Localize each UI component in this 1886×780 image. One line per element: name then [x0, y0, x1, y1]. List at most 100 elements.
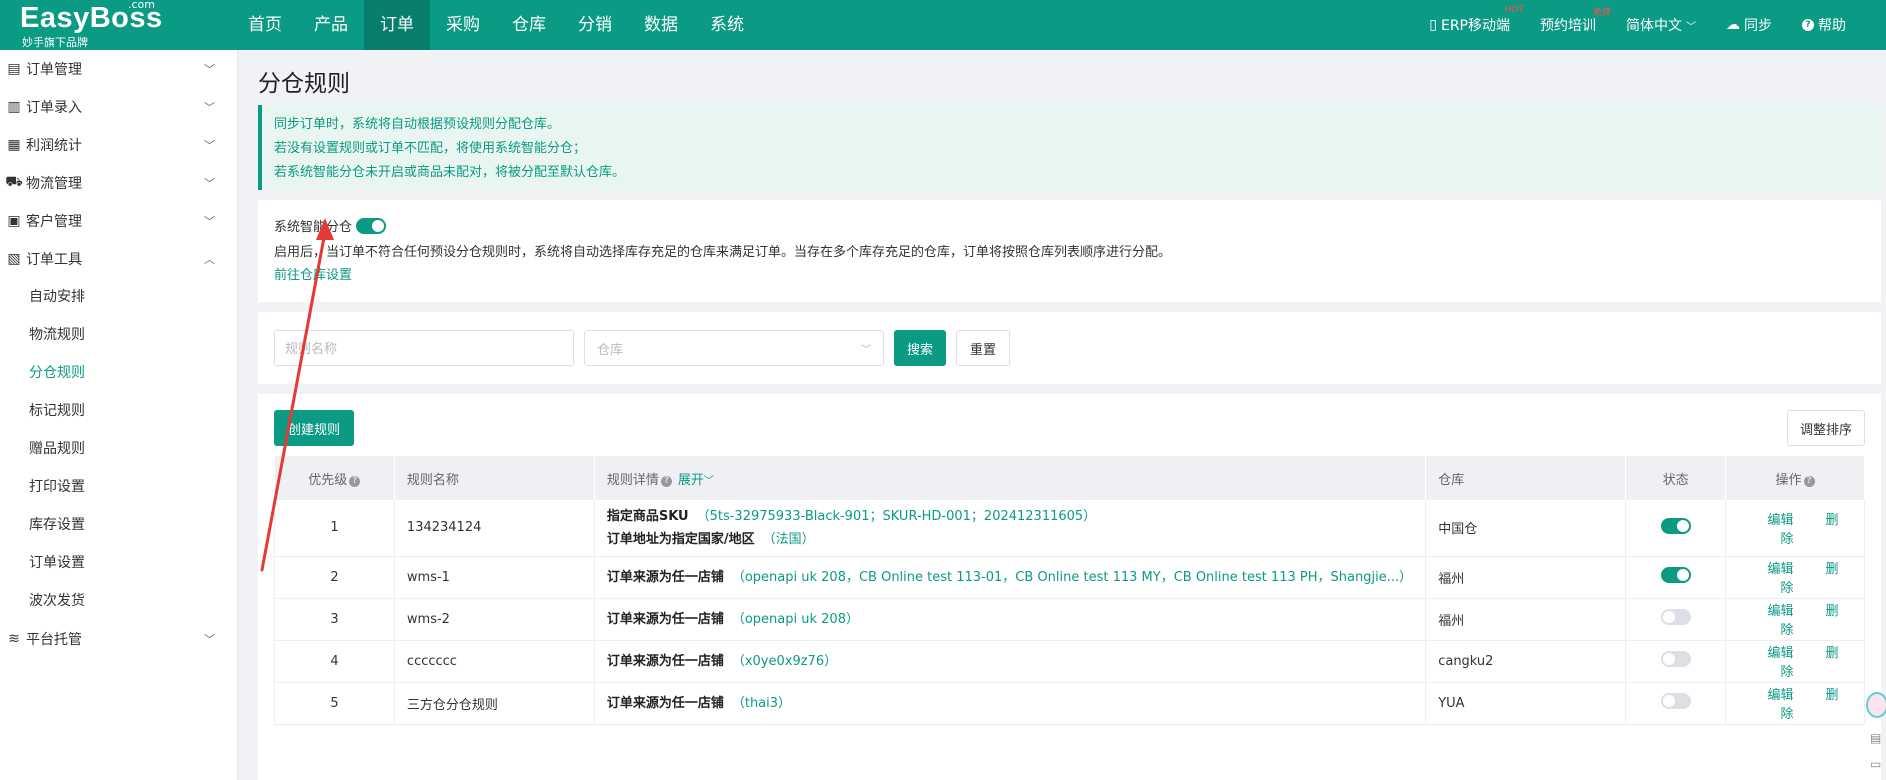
truck-icon: ⛟	[5, 174, 23, 190]
status-cell	[1625, 682, 1727, 725]
status-switch[interactable]	[1660, 651, 1691, 667]
chevron-down-icon: ﹀	[204, 633, 215, 646]
adjust-sort-button[interactable]: 调整排序	[1786, 410, 1865, 446]
rule-detail-line: 订单来源为任一店铺 （thai3）	[607, 692, 1413, 715]
brand-com: .com	[128, 0, 155, 11]
ops-cell: 编辑 删除	[1725, 682, 1865, 725]
top-nav-bar: EasyBoss .com 妙手旗下品牌 首页 产品 订单 采购 仓库 分销 数据 系统 ▯ …	[0, 0, 1886, 50]
sidebar-group[interactable]: ⛟ 物流管理 ﹀	[0, 164, 237, 202]
sidebar-group[interactable]: ▤ 订单管理 ﹀	[0, 50, 237, 88]
sidebar-group-label: 平台托管	[26, 632, 82, 648]
main-content: 分仓规则 同步订单时，系统将自动根据预设规则分配仓库。 若没有设置规则或订单不匹…	[248, 50, 1886, 780]
status-switch[interactable]	[1660, 517, 1691, 534]
warehouse-settings-link[interactable]: 前往仓库设置	[274, 264, 352, 283]
training-link[interactable]: 预约培训 免费	[1540, 8, 1610, 35]
support-avatar[interactable]	[1866, 692, 1886, 718]
sidebar-item[interactable]: 自动安排	[0, 278, 237, 316]
question-icon[interactable]: ?	[1803, 475, 1815, 487]
hot-badge: HOT	[1504, 5, 1524, 15]
sidebar-group-label: 订单录入	[26, 100, 82, 116]
priority-cell: 4	[274, 640, 395, 683]
sidebar-group[interactable]: ≋ 平台托管 ﹀	[0, 620, 237, 658]
col-ops: 操作?	[1725, 456, 1865, 500]
warehouse-cell: 福州	[1425, 598, 1627, 641]
nav-item[interactable]: 分销	[562, 0, 628, 50]
status-switch[interactable]	[1660, 609, 1691, 625]
order-entry-icon: ▥	[7, 99, 21, 115]
edit-link[interactable]: 编辑	[1768, 688, 1794, 703]
ops-cell: 编辑 删除	[1725, 500, 1865, 557]
help-button[interactable]: ? 帮助	[1802, 15, 1846, 35]
chat-icon[interactable]: ▭	[1870, 751, 1886, 777]
table-row: 3 wms-2 订单来源为任一店铺 （openapi uk 208） 福州 编辑 删除	[274, 598, 1865, 641]
sidebar-item[interactable]: 分仓规则	[0, 354, 237, 392]
sidebar-group[interactable]: ▧ 订单工具 ︿	[0, 240, 237, 278]
nav-item[interactable]: 产品	[298, 0, 364, 50]
sidebar-item[interactable]: 赠品规则	[0, 430, 237, 468]
nav-item[interactable]: 订单	[364, 0, 430, 50]
edit-link[interactable]: 编辑	[1768, 604, 1794, 619]
smart-allocation-label: 系统智能分仓	[274, 220, 353, 235]
erp-mobile-link[interactable]: ▯ ERP移动端 HOT	[1429, 5, 1524, 35]
nav-item[interactable]: 系统	[694, 0, 760, 50]
sync-button[interactable]: ☁ 同步	[1726, 15, 1772, 35]
ops-cell: 编辑 删除	[1725, 556, 1865, 599]
sidebar-item[interactable]: 物流规则	[0, 316, 237, 354]
col-status: 状态	[1625, 456, 1727, 500]
sidebar-item[interactable]: 订单设置	[0, 544, 237, 582]
customer-icon: ▣	[7, 213, 21, 229]
tools-icon: ▧	[7, 251, 21, 267]
nav-item[interactable]: 采购	[430, 0, 496, 50]
expand-label: 展开	[677, 472, 704, 488]
status-switch[interactable]	[1660, 567, 1691, 583]
sidebar-group[interactable]: ▥ 订单录入 ﹀	[0, 88, 237, 126]
edit-link[interactable]: 编辑	[1768, 646, 1794, 661]
warehouse-cell: 中国仓	[1425, 500, 1627, 557]
nav-item[interactable]: 首页	[232, 0, 298, 50]
rule-detail-line: 指定商品SKU （5ts-32975933-Black-901；SKUR-HD-0…	[607, 505, 1413, 528]
rule-detail-key: 订单来源为任一店铺	[606, 653, 724, 669]
edit-link[interactable]: 编辑	[1768, 513, 1794, 528]
warehouse-select[interactable]: 仓库 ﹀	[584, 330, 884, 366]
language-select[interactable]: 简体中文 ﹀	[1626, 15, 1696, 35]
brand-logo[interactable]: EasyBoss .com 妙手旗下品牌	[0, 0, 230, 50]
create-rule-button[interactable]: 创建规则	[274, 410, 355, 446]
expand-toggle[interactable]: 展开﹀	[678, 473, 714, 488]
rule-detail-value: （openapi uk 208，CB Online test 113-01，CB…	[731, 569, 1413, 585]
col-priority: 优先级?	[274, 456, 395, 500]
sidebar-item[interactable]: 标记规则	[0, 392, 237, 430]
sidebar-item[interactable]: 库存设置	[0, 506, 237, 544]
status-switch[interactable]	[1660, 693, 1691, 709]
question-icon[interactable]: ?	[660, 475, 672, 487]
sidebar-group-label: 订单管理	[26, 62, 82, 78]
nav-item[interactable]: 数据	[628, 0, 694, 50]
rule-name-input[interactable]	[274, 330, 574, 366]
ops-cell: 编辑 删除	[1725, 640, 1865, 683]
sidebar-group[interactable]: ▦ 利润统计 ﹀	[0, 126, 237, 164]
sidebar-item[interactable]: 波次发货	[0, 582, 237, 620]
sidebar-item[interactable]: 打印设置	[0, 468, 237, 506]
col-warehouse: 仓库	[1425, 456, 1627, 500]
rule-detail-line: 订单来源为任一店铺 （openapi uk 208）	[607, 608, 1413, 631]
order-manage-icon: ▤	[7, 61, 21, 77]
col-status-label: 状态	[1662, 472, 1689, 488]
document-icon[interactable]: ▤	[1870, 725, 1886, 751]
priority-cell: 1	[274, 500, 395, 557]
help-label: 帮助	[1818, 18, 1846, 34]
status-cell	[1625, 598, 1727, 641]
rule-name-cell: wms-2	[394, 598, 595, 641]
rule-name-cell: 三方仓分仓规则	[394, 682, 595, 725]
question-icon[interactable]: ?	[349, 475, 361, 487]
warehouse-cell: cangku2	[1425, 640, 1627, 683]
table-row: 2 wms-1 订单来源为任一店铺 （openapi uk 208，CB Online…	[274, 556, 1865, 599]
sidebar-group[interactable]: ▣ 客户管理 ﹀	[0, 202, 237, 240]
smart-allocation-switch[interactable]	[356, 217, 387, 234]
search-button[interactable]: 搜索	[894, 330, 947, 366]
reset-button[interactable]: 重置	[956, 330, 1011, 366]
rule-detail-cell: 订单来源为任一店铺 （openapi uk 208，CB Online test …	[594, 556, 1427, 599]
edit-link[interactable]: 编辑	[1768, 562, 1794, 577]
nav-item[interactable]: 仓库	[496, 0, 562, 50]
notice-line: 若没有设置规则或订单不匹配，将使用系统智能分仓；	[274, 141, 587, 156]
language-label: 简体中文	[1626, 18, 1682, 34]
rule-name-cell: 134234124	[394, 500, 595, 557]
